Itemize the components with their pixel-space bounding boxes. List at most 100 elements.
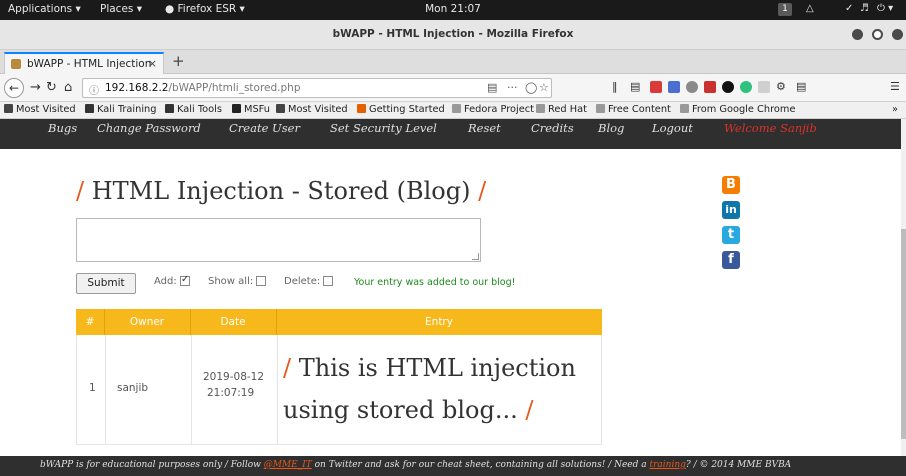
menu-bugs[interactable]: Bugs <box>48 121 77 135</box>
globe-icon[interactable]: ⚙ <box>776 80 786 93</box>
bookmark-red-hat[interactable]: Red Hat <box>536 104 587 115</box>
twitter-icon[interactable]: t <box>722 226 740 244</box>
bookmarks-bar: Most Visited Kali Training Kali Tools MS… <box>0 102 906 119</box>
row-date: 2019-08-12 <box>203 371 265 383</box>
delete-checkbox[interactable] <box>323 276 333 286</box>
reload-button[interactable]: ↻ <box>46 80 57 95</box>
menu-logout[interactable]: Logout <box>652 121 693 135</box>
facebook-icon[interactable]: f <box>722 251 740 269</box>
bookmark-most-visited[interactable]: Most Visited <box>4 104 76 115</box>
navigation-bar: ← → ↻ ⌂ ⓘ 192.168.2.2/bWAPP/htmli_stored… <box>0 74 906 102</box>
close-window-icon[interactable] <box>892 29 903 40</box>
bookmark-free-content[interactable]: Free Content <box>596 104 671 115</box>
menu-change-password[interactable]: Change Password <box>97 121 201 135</box>
table-header: # Owner Date Entry <box>76 309 602 335</box>
url-bar[interactable]: ⓘ 192.168.2.2/bWAPP/htmli_stored.php ▤ ·… <box>82 78 552 98</box>
linkedin-icon[interactable]: in <box>722 201 740 219</box>
msfu-icon <box>232 104 241 113</box>
add-label: Add: <box>154 276 177 287</box>
submit-button[interactable]: Submit <box>76 273 136 294</box>
close-tab-icon[interactable]: × <box>148 57 157 70</box>
gear-icon <box>276 104 285 113</box>
bookmark-most-visited-2[interactable]: Most Visited <box>276 104 348 115</box>
page-actions-button[interactable]: ··· <box>507 81 518 94</box>
gear-icon <box>4 104 13 113</box>
window-titlebar: bWAPP - HTML Injection - Mozilla Firefox <box>0 20 906 50</box>
row-number: 1 <box>89 382 96 394</box>
reader-view-icon[interactable]: ▤ <box>487 81 497 94</box>
maximize-icon[interactable] <box>872 29 883 40</box>
resize-grip-icon[interactable] <box>472 253 479 260</box>
bookmark-kali-tools[interactable]: Kali Tools <box>165 104 222 115</box>
blogger-icon[interactable]: B <box>722 176 740 194</box>
header-entry: Entry <box>425 316 453 328</box>
extension-red-icon[interactable] <box>650 81 662 93</box>
bookmark-fedora-project[interactable]: Fedora Project <box>452 104 534 115</box>
power-icon[interactable]: ⏻ ▾ <box>877 3 893 14</box>
settings-tray-icon[interactable]: ✓ <box>845 3 853 14</box>
firefox-icon <box>357 104 366 113</box>
page-scrollbar-thumb[interactable] <box>901 229 906 439</box>
sidebar-icon[interactable]: ▤ <box>630 80 640 93</box>
row-owner: sanjib <box>117 382 149 394</box>
bookmark-getting-started[interactable]: Getting Started <box>357 104 445 115</box>
menu-reset[interactable]: Reset <box>468 121 501 135</box>
bookmarks-overflow-button[interactable]: » <box>892 104 898 115</box>
extension-blue-icon[interactable] <box>668 81 680 93</box>
menu-credits[interactable]: Credits <box>531 121 574 135</box>
welcome-user: Welcome Sanjib <box>724 121 817 135</box>
clock[interactable]: Mon 21:07 <box>0 3 906 15</box>
twitter-link[interactable]: @MME_IT <box>264 460 312 470</box>
kali-icon <box>85 104 94 113</box>
delete-label: Delete: <box>284 276 321 287</box>
show-all-label: Show all: <box>208 276 254 287</box>
training-link[interactable]: training <box>649 460 685 470</box>
menu-icon[interactable]: ☰ <box>890 80 900 93</box>
tab-strip: bWAPP - HTML Injection × + <box>0 50 906 74</box>
menu-create-user[interactable]: Create User <box>229 121 300 135</box>
extension-light-icon[interactable] <box>758 81 770 93</box>
menu-set-security-level[interactable]: Set Security Level <box>330 121 437 135</box>
tab-label: bWAPP - HTML Injection <box>27 58 152 70</box>
page-title: / HTML Injection - Stored (Blog) / <box>76 177 487 205</box>
network-icon[interactable]: △ <box>806 3 814 14</box>
bookmark-msfu[interactable]: MSFu <box>232 104 270 115</box>
tab-bwapp[interactable]: bWAPP - HTML Injection × <box>4 52 164 74</box>
bwapp-favicon <box>11 59 21 69</box>
library-icon[interactable]: ‖ <box>612 80 618 93</box>
header-number: # <box>85 316 95 328</box>
show-all-checkbox[interactable] <box>256 276 266 286</box>
extension-gray-icon[interactable] <box>686 81 698 93</box>
system-top-bar: Applications ▾ Places ▾ ● Firefox ESR ▾ … <box>0 0 906 20</box>
folder-icon <box>536 104 545 113</box>
new-tab-button[interactable]: + <box>172 52 185 70</box>
bookmark-kali-training[interactable]: Kali Training <box>85 104 156 115</box>
extension-green-icon[interactable] <box>740 81 752 93</box>
back-button[interactable]: ← <box>4 78 24 98</box>
table-row: 1 sanjib 2019-08-12 21:07:19 / This is H… <box>76 335 602 445</box>
add-checkbox[interactable] <box>180 274 190 286</box>
success-message: Your entry was added to our blog! <box>354 277 516 288</box>
workspace-indicator[interactable]: 1 <box>778 3 792 16</box>
site-info-icon[interactable]: ⓘ <box>89 82 99 97</box>
folder-icon <box>596 104 605 113</box>
window-title: bWAPP - HTML Injection - Mozilla Firefox <box>332 28 574 40</box>
url-text[interactable]: 192.168.2.2/bWAPP/htmli_stored.php <box>105 82 301 94</box>
bookmark-from-google-chrome[interactable]: From Google Chrome <box>680 104 795 115</box>
row-entry: / This is HTML injection using stored bl… <box>283 354 576 424</box>
home-button[interactable]: ⌂ <box>64 80 72 95</box>
menu-blog[interactable]: Blog <box>598 121 624 135</box>
pocket-icon[interactable]: ◯ <box>525 81 537 94</box>
footer-text: bWAPP is for educational purposes only /… <box>40 460 792 470</box>
folder-icon <box>452 104 461 113</box>
minimize-icon[interactable] <box>852 29 863 40</box>
forward-button[interactable]: → <box>30 80 41 95</box>
blog-entry-textarea[interactable] <box>76 218 481 262</box>
extension-red2-icon[interactable] <box>704 81 716 93</box>
bwapp-menu: Bugs Change Password Create User Set Sec… <box>0 119 906 149</box>
volume-icon[interactable]: ♬ <box>860 3 869 14</box>
extension-black-icon[interactable] <box>722 81 734 93</box>
page-footer: bWAPP is for educational purposes only /… <box>0 456 906 476</box>
bookmark-star-icon[interactable]: ☆ <box>539 81 549 94</box>
overflow-icon[interactable]: ▤ <box>796 80 806 93</box>
